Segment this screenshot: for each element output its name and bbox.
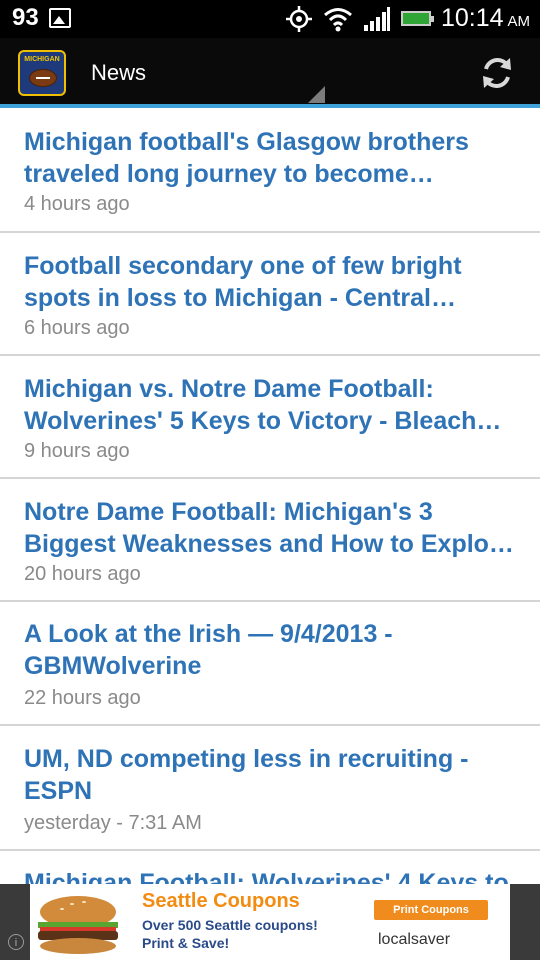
ad-text: Print & Save! <box>142 935 230 951</box>
headline-line: Michigan football's Glasgow brothers <box>24 128 469 156</box>
clock-ampm: AM <box>507 13 531 30</box>
ad-banner[interactable]: Seattle Coupons Over 500 Seattle coupons… <box>30 884 510 960</box>
timestamp: yesterday - 7:31 AM <box>24 812 202 834</box>
news-item[interactable]: Michigan vs. Notre Dame Football: Wolver… <box>0 356 540 479</box>
timestamp: 20 hours ago <box>24 563 141 585</box>
notification-count: 93 <box>12 4 39 31</box>
headline-line: GBMWolverine <box>24 652 202 680</box>
clock-time: 10:14 <box>440 4 504 32</box>
headline-line: Michigan vs. Notre Dame Football: <box>24 375 434 403</box>
refresh-icon[interactable] <box>478 54 516 92</box>
headline-line: Football secondary one of few bright <box>24 252 462 280</box>
info-icon[interactable]: i <box>8 934 24 950</box>
timestamp: 22 hours ago <box>24 687 141 709</box>
timestamp: 4 hours ago <box>24 193 130 215</box>
signal-icon <box>363 6 390 31</box>
timestamp: 6 hours ago <box>24 317 130 339</box>
action-bar: MICHIGAN News <box>0 38 540 108</box>
print-coupons-button[interactable]: Print Coupons <box>374 900 488 920</box>
news-item[interactable]: Michigan football's Glasgow brothers tra… <box>0 108 540 233</box>
ad-text: Over 500 Seattle coupons! <box>142 917 318 933</box>
battery-icon <box>400 11 434 26</box>
localsaver-logo: localsaver <box>378 931 451 948</box>
app-icon-text: MICHIGAN <box>24 56 60 63</box>
football-icon <box>29 69 57 87</box>
image-icon <box>48 8 71 28</box>
status-bar: 93 10:14 AM <box>0 0 540 38</box>
clock: 10:14 AM <box>441 4 530 33</box>
ad-bar: i Seattle Coupons Over 500 Seattle coupo… <box>0 884 540 960</box>
news-item[interactable]: Notre Dame Football: Michigan's 3 Bigges… <box>0 479 540 602</box>
timestamp: 9 hours ago <box>24 440 130 462</box>
dropdown-indicator-icon[interactable] <box>308 86 325 103</box>
app-icon[interactable]: MICHIGAN <box>18 50 66 96</box>
ad-title: Seattle Coupons <box>142 890 300 912</box>
section-title[interactable]: News <box>91 60 146 86</box>
headline-line: Wolverines' 5 Keys to Victory - Bleach… <box>24 407 502 435</box>
headline-line: Notre Dame Football: Michigan's 3 <box>24 498 433 526</box>
headline-line: traveled long journey to become… <box>24 160 434 188</box>
headline-line: spots in loss to Michigan - Central… <box>24 284 456 312</box>
news-item[interactable]: A Look at the Irish — 9/4/2013 - GBMWolv… <box>0 602 540 726</box>
headline-line: Biggest Weaknesses and How to Explo… <box>24 530 514 558</box>
headline-line: UM, ND competing less in recruiting - <box>24 745 469 773</box>
news-list: Michigan football's Glasgow brothers tra… <box>0 108 540 931</box>
news-item[interactable]: Football secondary one of few bright spo… <box>0 233 540 356</box>
gps-icon <box>285 5 312 32</box>
burger-image <box>38 896 118 954</box>
headline-line: ESPN <box>24 777 93 805</box>
news-item[interactable]: UM, ND competing less in recruiting - ES… <box>0 726 540 851</box>
wifi-icon <box>323 7 352 31</box>
headline-line: A Look at the Irish — 9/4/2013 - <box>24 620 393 648</box>
